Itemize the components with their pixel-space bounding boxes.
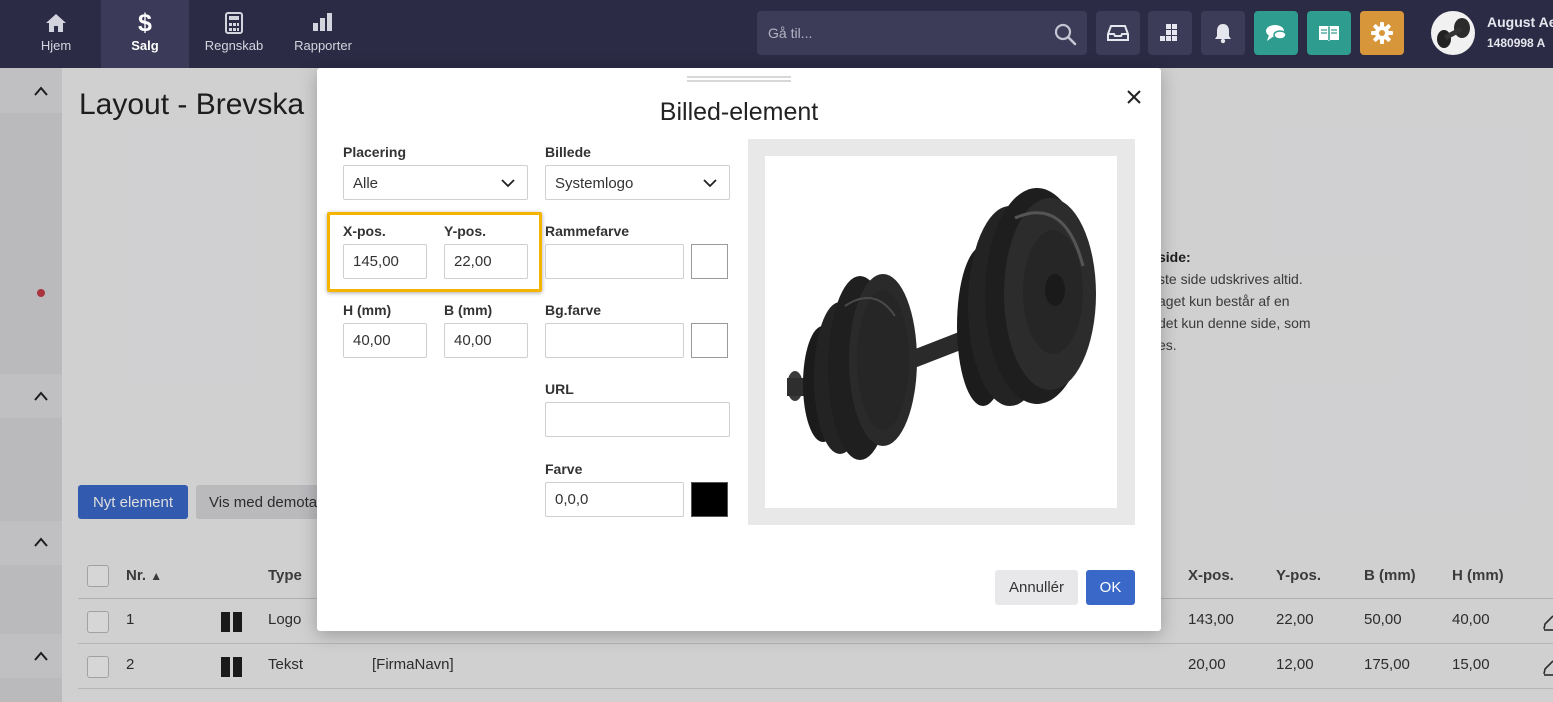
apps-grid-icon — [1160, 24, 1177, 41]
nav-label: Regnskab — [204, 38, 264, 53]
inbox-button[interactable] — [1096, 11, 1140, 55]
close-icon[interactable] — [1122, 85, 1146, 109]
image-element-dialog: Billed-element Placering Alle Billede Sy… — [317, 68, 1161, 631]
dialog-title: Billed-element — [659, 98, 819, 126]
bg-color-label: Bg.farve — [545, 302, 602, 318]
cancel-button[interactable]: Annullér — [995, 570, 1078, 605]
nav-label: Hjem — [40, 38, 72, 53]
chevron-down-icon — [703, 179, 717, 188]
url-label: URL — [545, 381, 574, 397]
book-icon — [1319, 26, 1339, 41]
chevron-down-icon — [501, 179, 515, 188]
user-id: 1480998 A — [1487, 36, 1546, 50]
color-input[interactable] — [545, 482, 684, 517]
xpos-input[interactable] — [343, 244, 427, 279]
settings-button[interactable] — [1360, 11, 1404, 55]
width-input[interactable] — [444, 323, 528, 358]
nav-item-regnskab[interactable]: Regnskab — [190, 0, 278, 68]
home-icon — [12, 12, 100, 34]
placement-label: Placering — [343, 144, 407, 160]
image-preview — [765, 156, 1117, 508]
bg-color-swatch[interactable] — [691, 323, 728, 358]
bar-chart-icon — [279, 12, 367, 34]
calculator-icon — [190, 12, 278, 34]
image-value: Systemlogo — [555, 175, 634, 192]
ok-button[interactable]: OK — [1086, 570, 1135, 605]
nav-label: Salg — [131, 38, 159, 53]
chat-icon — [1266, 25, 1287, 41]
frame-color-label: Rammefarve — [545, 223, 630, 239]
user-name[interactable]: August Ae — [1487, 14, 1553, 30]
gear-icon — [1371, 22, 1393, 44]
drag-handle[interactable] — [687, 76, 791, 82]
dollar-icon: $ — [138, 9, 152, 37]
nav-item-rapporter[interactable]: Rapporter — [279, 0, 367, 68]
ypos-input[interactable] — [444, 244, 528, 279]
inbox-icon — [1107, 25, 1129, 41]
bell-icon — [1215, 24, 1231, 44]
dumbbell-image — [787, 188, 1096, 460]
image-preview-frame — [748, 139, 1135, 525]
height-input[interactable] — [343, 323, 427, 358]
frame-color-input[interactable] — [545, 244, 684, 279]
help-book-button[interactable] — [1307, 11, 1351, 55]
nav-item-hjem[interactable]: Hjem — [12, 0, 100, 68]
bg-color-input[interactable] — [545, 323, 684, 358]
nav-item-salg[interactable]: $ Salg — [101, 0, 189, 68]
nav-label: Rapporter — [294, 38, 352, 53]
placement-select[interactable]: Alle — [343, 165, 528, 200]
search-input[interactable] — [757, 11, 1047, 55]
search-icon[interactable] — [1053, 22, 1077, 51]
avatar[interactable] — [1431, 11, 1475, 55]
image-label: Billede — [545, 144, 591, 160]
top-nav: Hjem $ Salg Regnskab Rapporter Gå til...… — [0, 0, 1553, 68]
height-label: H (mm) — [343, 302, 392, 318]
apps-button[interactable] — [1148, 11, 1192, 55]
notifications-button[interactable] — [1201, 11, 1245, 55]
color-swatch[interactable] — [691, 482, 728, 517]
placement-value: Alle — [353, 175, 379, 192]
chat-button[interactable] — [1254, 11, 1298, 55]
frame-color-swatch[interactable] — [691, 244, 728, 279]
nav-search — [757, 11, 1087, 55]
color-label: Farve — [545, 461, 583, 477]
url-input[interactable] — [545, 402, 730, 437]
xpos-label: X-pos. — [343, 223, 386, 239]
ypos-label: Y-pos. — [444, 223, 487, 239]
image-select[interactable]: Systemlogo — [545, 165, 730, 200]
width-label: B (mm) — [444, 302, 493, 318]
